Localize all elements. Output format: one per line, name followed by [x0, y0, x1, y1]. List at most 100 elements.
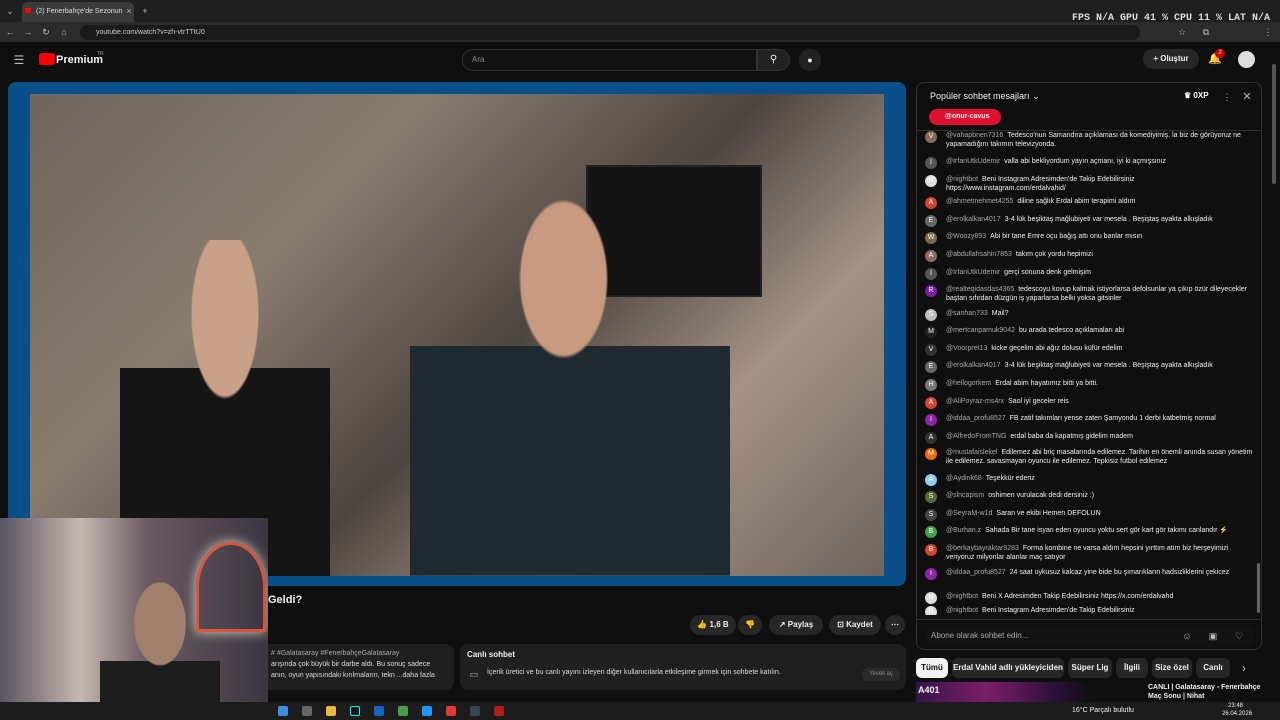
like-button[interactable]: 👍 1,6 B — [690, 615, 736, 635]
chat-author[interactable]: @erolkalkan4017 — [946, 362, 1001, 369]
chip-uploader[interactable]: Erdal Vahid adlı yükleyiciden — [952, 658, 1064, 678]
avatar[interactable] — [1238, 51, 1255, 68]
tiktok-icon[interactable] — [350, 706, 360, 716]
chip-super-lig[interactable]: Süper Lig — [1068, 658, 1112, 678]
chat-author[interactable]: @nightbot — [946, 607, 978, 614]
chat-author[interactable]: @hellogorkem — [946, 380, 991, 387]
chat-author[interactable]: @Burhan.z — [946, 527, 981, 534]
avatar[interactable]: W — [925, 232, 937, 244]
avatar[interactable]: V — [925, 344, 937, 356]
avatar[interactable]: M — [925, 326, 937, 338]
share-button[interactable]: ↗ Paylaş — [769, 615, 823, 635]
chat-scrollbar[interactable] — [1257, 563, 1260, 613]
search-input[interactable]: Ara — [462, 49, 757, 71]
chat-author[interactable]: @sanhan733 — [946, 310, 988, 317]
chat-author[interactable]: @iddaa_profu8527 — [946, 415, 1006, 422]
forward-icon[interactable]: → — [22, 26, 34, 38]
search-icon[interactable]: ⚲ — [757, 49, 790, 71]
chat-author[interactable]: @nightbot — [946, 593, 978, 600]
related-video-thumbnail[interactable]: A401 CANLI | Galatasaray - Fenerbahçe Ma… — [916, 682, 1268, 702]
outlook-icon[interactable] — [374, 706, 384, 716]
dislike-button[interactable]: 👎 — [738, 615, 762, 635]
create-button[interactable]: + Oluştur — [1143, 49, 1199, 69]
search-taskbar-icon[interactable] — [302, 706, 312, 716]
chat-author[interactable]: @erolkalkan4017 — [946, 216, 1001, 223]
avatar[interactable]: A — [925, 197, 937, 209]
avatar[interactable]: I — [925, 568, 937, 580]
chip-related[interactable]: İlgili — [1116, 658, 1148, 678]
avatar[interactable]: S — [925, 491, 937, 503]
avatar[interactable]: R — [925, 285, 937, 297]
avatar[interactable]: E — [925, 215, 937, 227]
browser-tab[interactable]: (2) Fenerbahçe'de Sezonun — [22, 2, 134, 22]
chip-for-you[interactable]: Size özel — [1152, 658, 1192, 678]
avatar[interactable]: S — [925, 509, 937, 521]
chat-author[interactable]: @abdullahsahin7853 — [946, 251, 1012, 258]
tab-list-icon[interactable]: ⌄ — [4, 5, 16, 17]
save-button[interactable]: ⊡ Kaydet — [829, 615, 881, 635]
app-icon[interactable] — [422, 706, 432, 716]
chat-author[interactable]: @mertcanpamuk9042 — [946, 327, 1015, 334]
avatar[interactable]: A — [925, 474, 937, 486]
xbox-icon[interactable] — [398, 706, 408, 716]
related-video-title[interactable]: CANLI | Galatasaray - Fenerbahçe Maç Son… — [1148, 683, 1268, 701]
back-icon[interactable]: ← — [4, 26, 16, 38]
chat-author[interactable]: @AliPoyraz-ms4rx — [946, 398, 1004, 405]
chip-all[interactable]: Tümü — [916, 658, 948, 678]
avatar[interactable]: N — [925, 606, 937, 615]
chat-author[interactable]: @ahmetmehmet4255 — [946, 198, 1013, 205]
clock-date[interactable]: 26.04.2026 — [1222, 711, 1252, 717]
opera-icon[interactable] — [446, 706, 456, 716]
description-box[interactable]: # #Galatasaray #FenerbahçeGalatasaray ar… — [268, 644, 454, 690]
chat-more-icon[interactable]: ⋮ — [1222, 91, 1232, 103]
chat-author[interactable]: @iddaa_profu8527 — [946, 569, 1006, 576]
pinned-user-chip[interactable]: @onur-cavus — [929, 109, 1001, 125]
chat-author[interactable]: @IrfanUtkUdemir — [946, 269, 1000, 276]
bookmark-star-icon[interactable]: ☆ — [1176, 26, 1188, 38]
page-scrollbar-thumb[interactable] — [1272, 64, 1276, 184]
record-icon[interactable] — [494, 706, 504, 716]
open-chat-button[interactable]: Yeveli aç — [862, 668, 900, 681]
new-tab-icon[interactable]: + — [140, 5, 150, 17]
chat-author[interactable]: @nightbot — [946, 176, 978, 183]
avatar[interactable]: B — [925, 544, 937, 556]
avatar[interactable]: H — [925, 379, 937, 391]
heart-icon[interactable]: ♡ — [1233, 630, 1245, 642]
chat-author[interactable]: @Woozy893 — [946, 233, 986, 240]
page-scrollbar[interactable] — [1270, 50, 1278, 700]
microphone-icon[interactable]: ● — [799, 49, 821, 71]
avatar[interactable]: V — [925, 131, 937, 143]
youtube-logo[interactable] — [39, 53, 55, 65]
avatar[interactable]: A — [925, 432, 937, 444]
chat-author[interactable]: @IrfanUtkUdemir — [946, 158, 1000, 165]
menu-icon[interactable]: ☰ — [12, 54, 26, 66]
tab-close-icon[interactable]: × — [124, 5, 134, 17]
avatar[interactable]: A — [925, 250, 937, 262]
emoji-icon[interactable]: ☺ — [1181, 630, 1193, 642]
avatar[interactable]: A — [925, 397, 937, 409]
avatar[interactable]: N — [925, 175, 937, 187]
more-actions-button[interactable]: ⋯ — [885, 615, 905, 635]
url-field[interactable]: youtube.com/watch?v=zh-vtrTTtU0 — [80, 25, 1140, 40]
browser-menu-icon[interactable]: ⋮ — [1262, 26, 1274, 38]
avatar[interactable]: E — [925, 361, 937, 373]
avatar[interactable]: I — [925, 157, 937, 169]
weather-text[interactable]: 16°C Parçalı bulutlu — [1072, 707, 1134, 714]
avatar[interactable]: N — [925, 592, 937, 604]
clock-time[interactable]: 23:48 — [1228, 703, 1243, 709]
chat-input[interactable]: Abone olarak sohbet edin... — [925, 627, 1255, 645]
chat-author[interactable]: @vahapbnen7316 — [946, 132, 1003, 139]
avatar[interactable]: I — [925, 268, 937, 280]
avatar[interactable]: S — [925, 309, 937, 321]
chevron-right-icon[interactable]: › — [1238, 662, 1250, 674]
close-icon[interactable]: ✕ — [1241, 91, 1253, 103]
avatar[interactable]: B — [925, 526, 937, 538]
chat-author[interactable]: @Voorpret13 — [946, 345, 987, 352]
start-icon[interactable] — [278, 706, 288, 716]
avatar[interactable]: I — [925, 414, 937, 426]
chat-author[interactable]: @berkaybayraktar9283 — [946, 545, 1019, 552]
file-explorer-icon[interactable] — [326, 706, 336, 716]
extensions-icon[interactable]: ⧉ — [1200, 26, 1212, 38]
chip-live[interactable]: Canlı — [1196, 658, 1230, 678]
reload-icon[interactable]: ↻ — [40, 26, 52, 38]
